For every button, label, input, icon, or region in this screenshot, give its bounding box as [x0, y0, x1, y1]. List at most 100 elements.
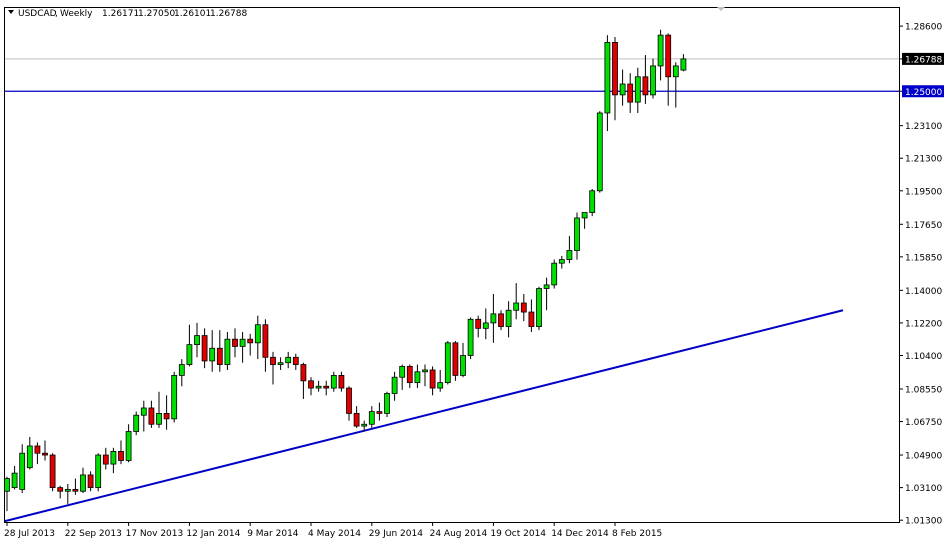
candle-body	[34, 445, 41, 454]
y-tick-label: 1.14000	[905, 287, 942, 297]
candle-body	[57, 487, 64, 492]
y-tick-label: 1.12200	[905, 319, 942, 329]
candle-body	[399, 365, 406, 378]
candle-body	[551, 262, 558, 286]
candle-body	[239, 338, 246, 347]
candle-body	[11, 472, 18, 489]
candle-body	[49, 454, 56, 489]
candle-body	[308, 380, 314, 389]
x-tick-label: 17 Nov 2013	[126, 529, 184, 539]
y-tick-label: 1.10400	[905, 352, 942, 362]
y-tick-label: 1.26788	[905, 55, 942, 65]
candle-body	[490, 313, 497, 324]
x-tick-label: 12 Jan 2014	[186, 529, 240, 539]
candle-body	[64, 489, 71, 492]
candle-body	[262, 324, 269, 358]
candle-body	[216, 347, 223, 365]
y-tick-label: 1.01300	[905, 517, 942, 527]
y-tick-label: 1.04900	[905, 452, 942, 462]
candle-body	[536, 288, 542, 327]
x-tick-label: 24 Aug 2014	[430, 529, 488, 539]
y-tick-label: 1.08550	[905, 385, 942, 395]
candle-body	[384, 393, 390, 414]
x-tick-label: 19 Oct 2014	[490, 529, 546, 539]
candle-body	[612, 41, 618, 96]
candle-body	[330, 375, 337, 389]
candle-body	[346, 387, 352, 414]
candle-body	[368, 411, 375, 425]
candle-body	[186, 344, 193, 365]
candle-body	[87, 474, 94, 489]
y-tick-label: 1.23100	[905, 122, 942, 132]
candle-body	[406, 365, 413, 384]
candle-body	[110, 451, 117, 465]
candle-body	[95, 454, 102, 489]
candle	[133, 411, 140, 436]
x-tick-label: 29 Jun 2014	[369, 529, 423, 539]
close-value: 1.26788	[210, 9, 247, 19]
candle-body	[102, 454, 109, 465]
candle-body	[513, 302, 520, 311]
candle-body	[452, 342, 459, 376]
y-tick-label: 1.21300	[905, 155, 942, 165]
low-value: 1.26101	[174, 9, 211, 19]
symbol-label: USDCAD	[18, 9, 57, 19]
candle-body	[543, 284, 550, 289]
candle-body	[178, 364, 185, 376]
candle-body	[361, 423, 368, 427]
candle	[95, 453, 102, 492]
candle-body	[209, 347, 216, 362]
candle-body	[505, 309, 512, 327]
candle-body	[270, 356, 276, 365]
candle-body	[589, 190, 596, 213]
high-value: 1.27050	[138, 9, 175, 19]
candle-body	[528, 311, 535, 327]
candle-body	[444, 342, 451, 384]
candle	[444, 341, 451, 385]
open-value: 1.26171	[102, 9, 139, 19]
candle-body	[642, 76, 649, 96]
candle-body	[460, 355, 466, 376]
candle	[536, 286, 542, 331]
candle	[384, 391, 390, 418]
candle-body	[171, 375, 178, 420]
candle-body	[247, 338, 254, 344]
candle-body	[627, 83, 634, 103]
candle-body	[140, 407, 147, 416]
candle-body	[277, 362, 284, 365]
candle-body	[650, 65, 656, 96]
candle-body	[619, 83, 626, 96]
candle-body	[437, 382, 444, 389]
symbol-comma: ,	[55, 9, 58, 19]
candle-body	[574, 217, 580, 251]
candle-body	[254, 324, 261, 344]
y-tick-label: 1.06750	[905, 418, 942, 428]
candle-body	[72, 489, 79, 492]
candle-body	[680, 58, 687, 71]
candle-body	[604, 41, 611, 114]
candle-body	[634, 76, 641, 103]
candle-body	[323, 385, 330, 389]
y-tick-label: 1.25000	[905, 88, 942, 98]
candle	[596, 111, 603, 193]
candle-body	[194, 335, 200, 346]
candle	[452, 341, 459, 381]
candle-body	[520, 302, 527, 313]
x-tick-label: 28 Jul 2013	[4, 529, 55, 539]
candle-body	[566, 250, 573, 260]
candlestick-chart[interactable]: 1.28600 1.26788 1.25000 1.23100 1.21300 1.195…	[0, 0, 946, 543]
x-tick-label: 22 Sep 2013	[65, 529, 122, 539]
candle-body	[429, 369, 436, 389]
candle-body	[292, 356, 299, 365]
candle-body	[665, 34, 672, 78]
candle	[467, 317, 474, 360]
candle-body	[42, 452, 48, 456]
x-tick-label: 8 Feb 2015	[612, 529, 662, 539]
y-tick-label: 1.28600	[905, 23, 942, 33]
candle-body	[232, 338, 238, 347]
y-tick-label: 1.19500	[905, 187, 942, 197]
candle-body	[201, 335, 208, 362]
candle-body	[19, 452, 26, 490]
candle	[49, 453, 56, 492]
x-tick-label: 4 May 2014	[308, 529, 361, 539]
